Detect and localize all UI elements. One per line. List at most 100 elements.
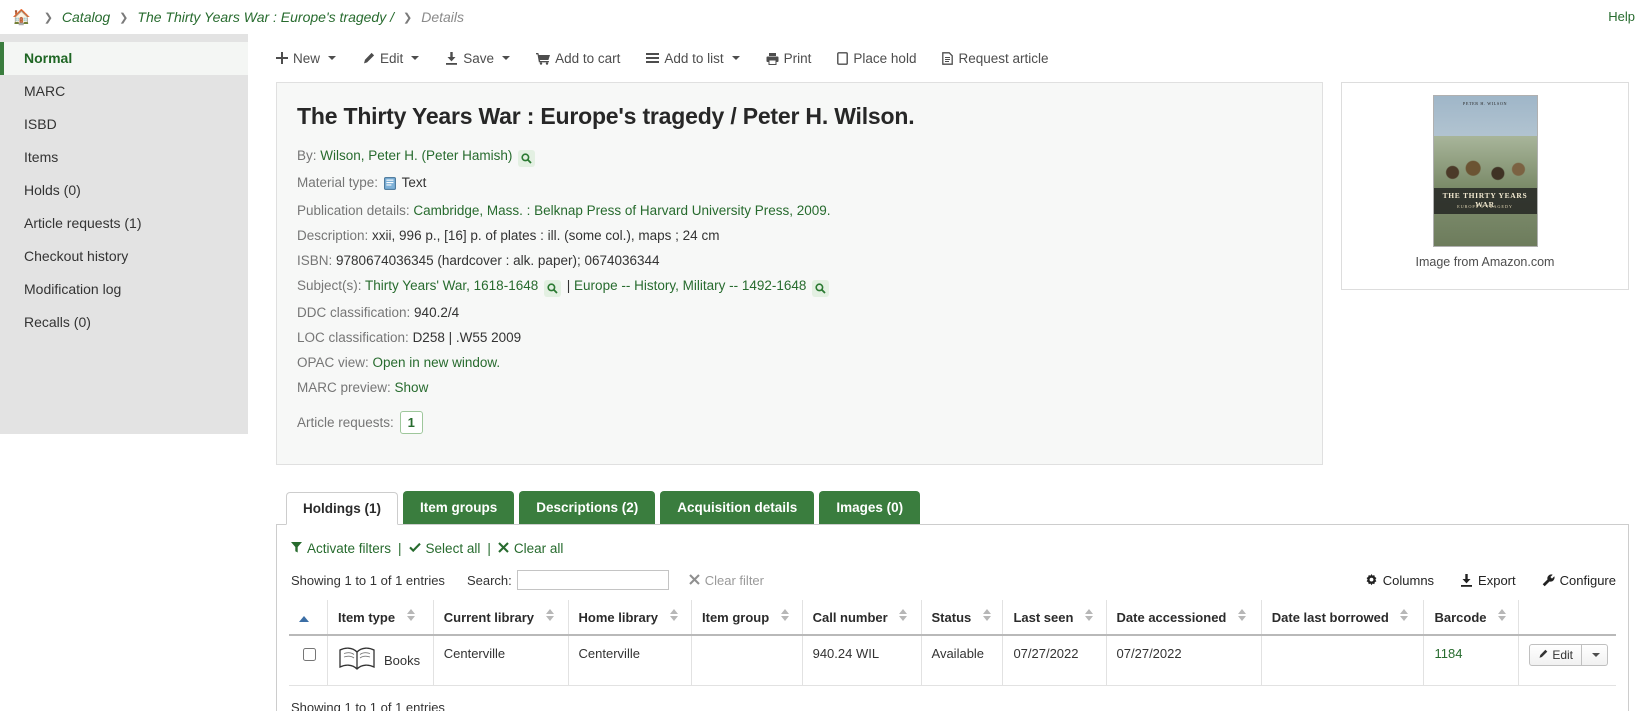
article-requests-label: Article requests:: [297, 415, 394, 430]
column-header-call-number[interactable]: Call number: [801, 600, 922, 636]
plus-icon: [276, 52, 288, 64]
print-label: Print: [783, 50, 812, 66]
sidebar-item-recalls[interactable]: Recalls (0): [0, 306, 248, 339]
sidebar-item-holds[interactable]: Holds (0): [0, 174, 248, 207]
field-subjects: Subject(s): Thirty Years' War, 1618-1648…: [297, 276, 1302, 297]
column-header-current-library[interactable]: Current library: [432, 600, 569, 636]
clear-all-link[interactable]: Clear all: [498, 541, 563, 556]
publication-link[interactable]: Cambridge, Mass. : Belknap Press of Harv…: [413, 203, 830, 218]
subject-link-1[interactable]: Thirty Years' War, 1618-1648: [365, 278, 538, 293]
print-button[interactable]: Print: [766, 50, 812, 66]
tab-images[interactable]: Images (0): [819, 491, 921, 524]
row-actions-dropdown-toggle[interactable]: [1582, 644, 1608, 666]
tab-label: Images (0): [836, 500, 904, 515]
sidebar-item-items[interactable]: Items: [0, 141, 248, 174]
sidebar-item-marc[interactable]: MARC: [0, 75, 248, 108]
tab-label: Acquisition details: [677, 500, 798, 515]
opac-link[interactable]: Open in new window.: [373, 355, 501, 370]
chevron-down-icon: [731, 56, 740, 60]
column-header-actions: [1518, 600, 1616, 636]
cover-subtitle-line: EUROPE'S TRAGEDY: [1457, 204, 1513, 209]
column-header-item-group[interactable]: Item group: [691, 600, 803, 636]
cell-item-group: [691, 635, 803, 686]
column-header-home-library[interactable]: Home library: [567, 600, 692, 636]
column-header-last-seen[interactable]: Last seen: [1002, 600, 1107, 636]
close-icon: [689, 573, 700, 588]
place-hold-button[interactable]: Place hold: [837, 51, 916, 66]
activate-filters-link[interactable]: Activate filters: [291, 541, 391, 556]
select-all-link[interactable]: Select all: [408, 541, 480, 556]
barcode-link[interactable]: 1184: [1434, 646, 1462, 661]
save-button-label: Save: [463, 50, 495, 66]
sort-ascending-icon: [299, 615, 309, 622]
field-loc: LOC classification: D258 | .W55 2009: [297, 328, 1302, 347]
breadcrumb-item-catalog[interactable]: Catalog: [62, 9, 110, 25]
open-book-icon: [338, 646, 376, 675]
column-header-date-accessioned[interactable]: Date accessioned: [1105, 600, 1262, 636]
home-icon[interactable]: 🏠: [12, 10, 31, 25]
column-header-item-type[interactable]: Item type: [327, 600, 434, 636]
sidebar-item-label: Recalls (0): [24, 314, 91, 330]
sidebar-item-article-requests[interactable]: Article requests (1): [0, 207, 248, 240]
row-actions-group: Edit: [1529, 644, 1608, 666]
row-checkbox[interactable]: [303, 648, 316, 661]
add-to-cart-button[interactable]: Add to cart: [536, 51, 620, 66]
search-icon[interactable]: [812, 280, 830, 297]
sidebar-item-modification-log[interactable]: Modification log: [0, 273, 248, 306]
column-label: Date last borrowed: [1271, 610, 1389, 625]
cover-image[interactable]: PETER H. WILSON THE THIRTY YEARS WAR EUR…: [1432, 95, 1538, 247]
column-header-status[interactable]: Status: [920, 600, 1003, 636]
tab-descriptions[interactable]: Descriptions (2): [519, 491, 656, 524]
holdings-section: Holdings (1) Item groups Descriptions (2…: [276, 491, 1629, 711]
tab-item-groups[interactable]: Item groups: [403, 491, 515, 524]
column-label: Date accessioned: [1116, 610, 1227, 625]
search-icon[interactable]: [518, 150, 536, 167]
row-select-cell[interactable]: [289, 635, 328, 686]
tab-acquisition-details[interactable]: Acquisition details: [660, 491, 815, 524]
sort-icon: [545, 609, 554, 621]
subject-link-2[interactable]: Europe -- History, Military -- 1492-1648: [574, 278, 806, 293]
marc-preview-label: MARC preview:: [297, 380, 391, 395]
save-button[interactable]: Save: [445, 50, 511, 66]
cover-author-line: PETER H. WILSON: [1462, 101, 1508, 106]
help-link[interactable]: Help: [1608, 9, 1635, 24]
article-requests-badge[interactable]: 1: [399, 411, 423, 434]
row-edit-button[interactable]: Edit: [1529, 644, 1582, 666]
breadcrumb-separator: ❯: [119, 11, 129, 24]
sidebar-item-label: Holds (0): [24, 182, 81, 198]
configure-button[interactable]: Configure: [1542, 573, 1616, 588]
columns-button[interactable]: Columns: [1365, 573, 1434, 588]
new-button[interactable]: New: [276, 51, 337, 66]
filter-links-row: Activate filters | Select all | Clear al…: [289, 539, 1616, 568]
clear-filter-button[interactable]: Clear filter: [689, 573, 764, 588]
bookmark-icon: [837, 51, 849, 65]
isbn-label: ISBN:: [297, 253, 333, 268]
column-header-date-last-borrowed[interactable]: Date last borrowed: [1260, 600, 1424, 636]
request-article-button[interactable]: Request article: [942, 51, 1049, 66]
field-ddc: DDC classification: 940.2/4: [297, 303, 1302, 322]
column-label: Current library: [443, 610, 535, 625]
column-header-select[interactable]: [289, 600, 328, 636]
sidebar-item-checkout-history[interactable]: Checkout history: [0, 240, 248, 273]
record-toolbar: New Edit Save Add to cart Add to list Pr…: [276, 34, 1629, 82]
search-input[interactable]: [516, 570, 669, 590]
sidebar-item-normal[interactable]: Normal: [0, 42, 248, 75]
sort-icon: [1498, 609, 1507, 621]
edit-button[interactable]: Edit: [362, 51, 420, 66]
field-material-type: Material type: Text: [297, 173, 1302, 195]
columns-label: Columns: [1382, 572, 1435, 588]
search-icon[interactable]: [544, 280, 561, 297]
column-label: Home library: [578, 610, 659, 625]
tab-holdings[interactable]: Holdings (1): [286, 492, 398, 525]
column-header-barcode[interactable]: Barcode: [1423, 600, 1519, 636]
table-row[interactable]: Books Centerville Centerville 940.24 WIL…: [289, 635, 1616, 686]
export-button[interactable]: Export: [1460, 573, 1516, 588]
author-link[interactable]: Wilson, Peter H. (Peter Hamish): [320, 148, 512, 163]
add-to-list-button[interactable]: Add to list: [646, 51, 740, 66]
cell-date-accessioned: 07/27/2022: [1105, 635, 1262, 686]
sidebar-item-isbd[interactable]: ISBD: [0, 108, 248, 141]
datatable-info-top: Showing 1 to 1 of 1 entries: [291, 572, 445, 588]
download-icon: [445, 51, 458, 65]
breadcrumb-item-record[interactable]: The Thirty Years War : Europe's tragedy …: [137, 9, 394, 25]
marc-preview-link[interactable]: Show: [395, 380, 429, 395]
